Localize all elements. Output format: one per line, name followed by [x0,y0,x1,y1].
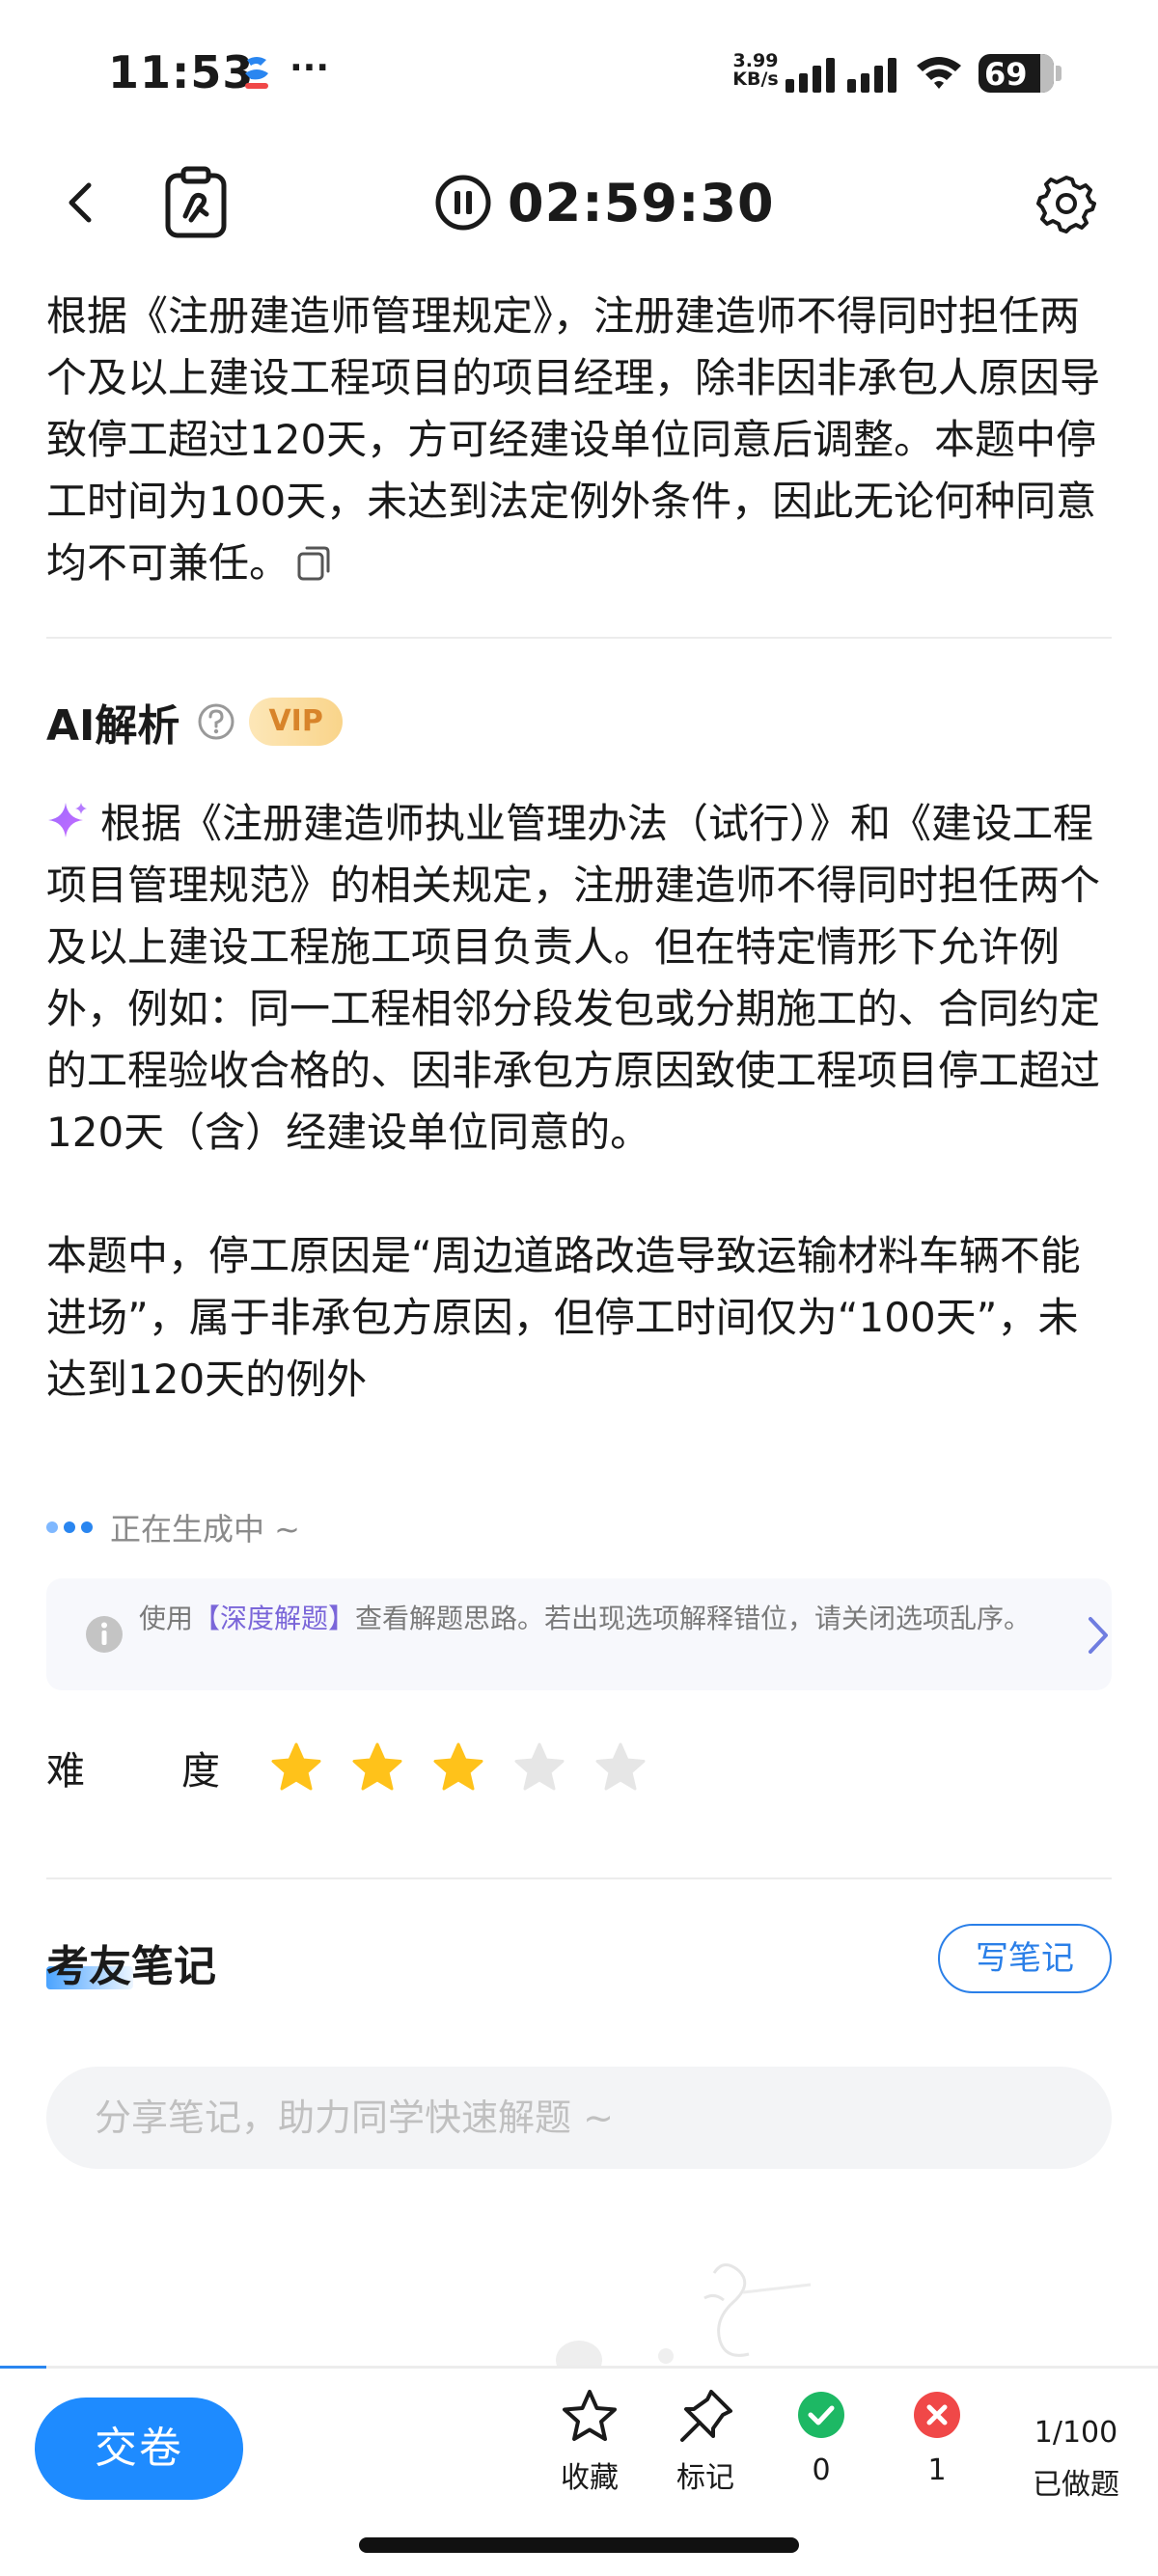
difficulty-rating: 难度 [46,1737,676,1798]
network-speed: 3.99 KB/s [732,50,779,90]
difficulty-stars [270,1741,676,1794]
notes-title: 考友笔记 [46,1942,216,1991]
status-more-dots: ··· [290,48,330,88]
favorite-label: 收藏 [561,2461,619,2495]
deep-solve-tip[interactable]: 使用【深度解题】查看解题思路。若出现选项解释错位，请关闭选项乱序。 [46,1578,1112,1690]
chevron-right-icon[interactable] [1085,1615,1112,1656]
star-empty-icon [514,1742,565,1791]
loading-dot [81,1521,93,1533]
tip-text: 使用【深度解题】查看解题思路。若出现选项解释错位，请关闭选项乱序。 [139,1603,1032,1634]
check-circle-icon [798,2392,844,2438]
help-icon[interactable] [197,702,235,741]
progress-value: 1/100 [1034,2416,1118,2450]
section-divider [46,1877,1112,1879]
wifi-icon [917,57,961,89]
ai-analysis-paragraph: 本题中，停工原因是“周边道路改造导致运输材料车辆不能进场”，属于非承包方原因，但… [46,1232,1081,1403]
generating-text: 正在生成中 ~ [110,1511,300,1548]
correct-count-value: 0 [812,2453,831,2487]
mark-button[interactable]: 标记 [652,2386,758,2496]
info-icon [86,1616,123,1653]
correct-count[interactable]: 0 [768,2386,874,2487]
notes-header: 考友笔记 写笔记 [46,1924,1112,1997]
answered-progress[interactable]: 1/100 已做题 [1023,2407,1129,2511]
deep-solve-link[interactable]: 【深度解题】 [193,1603,355,1634]
top-nav: 02:59:30 [0,154,1158,251]
empty-notes-illustration [556,2263,812,2370]
status-bar: 11:53 ··· 3.99 KB/s 69 [0,0,1158,145]
star-filled-icon [352,1742,402,1791]
battery-icon: 69 [979,54,1054,93]
timer-text: 02:59:30 [508,172,775,233]
star-filled-icon [433,1742,483,1791]
back-arrow-icon[interactable] [54,176,108,230]
battery-tip [1056,66,1062,81]
sparkle-icon [48,803,87,837]
ai-analysis-header: AI解析 VIP [46,691,343,753]
write-note-button[interactable]: 写笔记 [938,1924,1112,1993]
difficulty-label: 难度 [46,1749,220,1794]
app-notification-icon [245,57,268,89]
loading-dot [64,1521,75,1533]
status-time: 11:53 [108,46,255,98]
gear-icon[interactable] [1036,174,1096,233]
battery-level: 69 [984,56,1028,93]
ai-analysis-body: 根据《注册建造师执业管理办法（试行）》和《建设工程项目管理规范》的相关规定，注册… [46,793,1112,1411]
section-divider [46,637,1112,639]
answer-explanation-text: 根据《注册建造师管理规定》，注册建造师不得同时担任两个及以上建设工程项目的项目经… [46,292,1101,587]
exam-timer[interactable]: 02:59:30 [434,170,775,235]
mark-label: 标记 [676,2461,734,2495]
star-outline-icon [563,2390,617,2441]
generating-indicator: 正在生成中 ~ [46,1503,300,1551]
signal-icon [786,58,896,93]
close-circle-icon [914,2392,960,2438]
answer-sheet-icon[interactable] [164,166,228,239]
loading-dot [46,1521,58,1533]
star-empty-icon [595,1742,646,1791]
ai-analysis-title: AI解析 [46,701,180,751]
home-indicator[interactable] [359,2537,799,2553]
pause-icon[interactable] [434,174,492,232]
wrong-count-value: 1 [927,2453,947,2487]
note-input[interactable] [46,2067,1112,2169]
ai-analysis-paragraph: 根据《注册建造师执业管理办法（试行）》和《建设工程项目管理规范》的相关规定，注册… [46,800,1101,1156]
star-filled-icon [271,1742,321,1791]
wrong-count[interactable]: 1 [884,2386,990,2487]
vip-badge: VIP [249,698,343,746]
copy-icon[interactable] [295,544,332,583]
progress-label: 已做题 [1033,2468,1119,2502]
answer-explanation: 根据《注册建造师管理规定》，注册建造师不得同时担任两个及以上建设工程项目的项目经… [46,286,1112,594]
favorite-button[interactable]: 收藏 [537,2386,643,2496]
submit-exam-button[interactable]: 交卷 [35,2398,243,2500]
pin-icon [680,2390,732,2442]
